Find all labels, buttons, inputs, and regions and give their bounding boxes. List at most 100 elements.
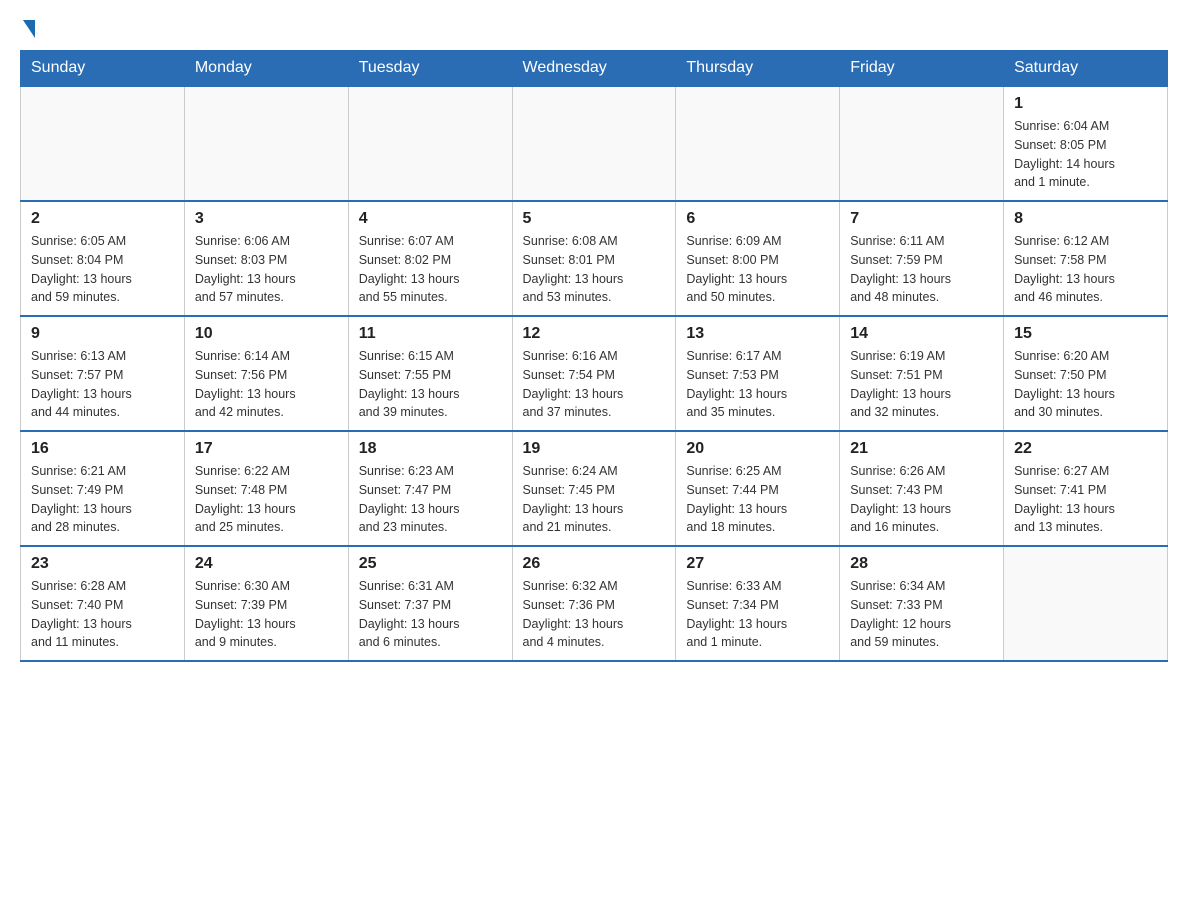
day-number: 21 <box>850 440 993 458</box>
day-number: 17 <box>195 440 338 458</box>
calendar-cell: 21 Sunrise: 6:26 AM Sunset: 7:43 PM Dayli… <box>840 431 1004 546</box>
day-number: 18 <box>359 440 502 458</box>
day-info: Sunrise: 6:11 AM Sunset: 7:59 PM Dayligh… <box>850 232 993 307</box>
day-info: Sunrise: 6:28 AM Sunset: 7:40 PM Dayligh… <box>31 577 174 652</box>
calendar-cell: 16Sunrise: 6:21 AM Sunset: 7:49 PM Dayli… <box>21 431 185 546</box>
day-info: Sunrise: 6:13 AM Sunset: 7:57 PM Dayligh… <box>31 347 174 422</box>
calendar-cell: 26 Sunrise: 6:32 AM Sunset: 7:36 PM Dayli… <box>512 546 676 661</box>
day-number: 15 <box>1014 325 1157 343</box>
day-info: Sunrise: 6:32 AM Sunset: 7:36 PM Dayligh… <box>523 577 666 652</box>
logo-triangle-icon <box>23 20 35 38</box>
calendar-header-row: SundayMondayTuesdayWednesdayThursdayFrid… <box>21 51 1168 87</box>
calendar-cell: 24 Sunrise: 6:30 AM Sunset: 7:39 PM Dayli… <box>184 546 348 661</box>
day-number: 7 <box>850 210 993 228</box>
day-info: Sunrise: 6:17 AM Sunset: 7:53 PM Dayligh… <box>686 347 829 422</box>
day-info: Sunrise: 6:33 AM Sunset: 7:34 PM Dayligh… <box>686 577 829 652</box>
day-info: Sunrise: 6:34 AM Sunset: 7:33 PM Dayligh… <box>850 577 993 652</box>
calendar-cell: 23Sunrise: 6:28 AM Sunset: 7:40 PM Dayli… <box>21 546 185 661</box>
day-number: 4 <box>359 210 502 228</box>
day-info: Sunrise: 6:16 AM Sunset: 7:54 PM Dayligh… <box>523 347 666 422</box>
column-header-monday: Monday <box>184 51 348 87</box>
day-info: Sunrise: 6:19 AM Sunset: 7:51 PM Dayligh… <box>850 347 993 422</box>
day-info: Sunrise: 6:22 AM Sunset: 7:48 PM Dayligh… <box>195 462 338 537</box>
day-info: Sunrise: 6:09 AM Sunset: 8:00 PM Dayligh… <box>686 232 829 307</box>
calendar-cell: 4 Sunrise: 6:07 AM Sunset: 8:02 PM Daylig… <box>348 201 512 316</box>
day-number: 5 <box>523 210 666 228</box>
week-row-2: 9 Sunrise: 6:13 AM Sunset: 7:57 PM Daylig… <box>21 316 1168 431</box>
day-info: Sunrise: 6:23 AM Sunset: 7:47 PM Dayligh… <box>359 462 502 537</box>
calendar-cell <box>676 86 840 201</box>
day-info: Sunrise: 6:12 AM Sunset: 7:58 PM Dayligh… <box>1014 232 1157 307</box>
day-info: Sunrise: 6:05 AM Sunset: 8:04 PM Dayligh… <box>31 232 174 307</box>
calendar-cell: 7 Sunrise: 6:11 AM Sunset: 7:59 PM Daylig… <box>840 201 1004 316</box>
day-info: Sunrise: 6:27 AM Sunset: 7:41 PM Dayligh… <box>1014 462 1157 537</box>
week-row-3: 16Sunrise: 6:21 AM Sunset: 7:49 PM Dayli… <box>21 431 1168 546</box>
calendar-cell: 19 Sunrise: 6:24 AM Sunset: 7:45 PM Dayli… <box>512 431 676 546</box>
day-info: Sunrise: 6:20 AM Sunset: 7:50 PM Dayligh… <box>1014 347 1157 422</box>
day-number: 8 <box>1014 210 1157 228</box>
day-number: 3 <box>195 210 338 228</box>
calendar-cell: 18 Sunrise: 6:23 AM Sunset: 7:47 PM Dayli… <box>348 431 512 546</box>
page-header <box>20 20 1168 40</box>
day-number: 13 <box>686 325 829 343</box>
column-header-saturday: Saturday <box>1004 51 1168 87</box>
day-info: Sunrise: 6:08 AM Sunset: 8:01 PM Dayligh… <box>523 232 666 307</box>
calendar-cell <box>21 86 185 201</box>
calendar-cell: 25Sunrise: 6:31 AM Sunset: 7:37 PM Dayli… <box>348 546 512 661</box>
day-number: 24 <box>195 555 338 573</box>
day-info: Sunrise: 6:26 AM Sunset: 7:43 PM Dayligh… <box>850 462 993 537</box>
calendar-cell: 13 Sunrise: 6:17 AM Sunset: 7:53 PM Dayli… <box>676 316 840 431</box>
calendar-cell <box>512 86 676 201</box>
calendar-cell: 15 Sunrise: 6:20 AM Sunset: 7:50 PM Dayli… <box>1004 316 1168 431</box>
calendar-cell: 11 Sunrise: 6:15 AM Sunset: 7:55 PM Dayli… <box>348 316 512 431</box>
calendar-cell <box>840 86 1004 201</box>
day-number: 28 <box>850 555 993 573</box>
day-number: 6 <box>686 210 829 228</box>
calendar-cell: 17 Sunrise: 6:22 AM Sunset: 7:48 PM Dayli… <box>184 431 348 546</box>
day-number: 26 <box>523 555 666 573</box>
column-header-sunday: Sunday <box>21 51 185 87</box>
calendar-cell: 27 Sunrise: 6:33 AM Sunset: 7:34 PM Dayli… <box>676 546 840 661</box>
day-info: Sunrise: 6:25 AM Sunset: 7:44 PM Dayligh… <box>686 462 829 537</box>
day-number: 27 <box>686 555 829 573</box>
calendar-cell: 14 Sunrise: 6:19 AM Sunset: 7:51 PM Dayli… <box>840 316 1004 431</box>
logo <box>20 20 35 40</box>
day-number: 2 <box>31 210 174 228</box>
column-header-friday: Friday <box>840 51 1004 87</box>
day-number: 20 <box>686 440 829 458</box>
day-number: 9 <box>31 325 174 343</box>
day-number: 25 <box>359 555 502 573</box>
day-info: Sunrise: 6:07 AM Sunset: 8:02 PM Dayligh… <box>359 232 502 307</box>
day-info: Sunrise: 6:24 AM Sunset: 7:45 PM Dayligh… <box>523 462 666 537</box>
week-row-1: 2 Sunrise: 6:05 AM Sunset: 8:04 PM Daylig… <box>21 201 1168 316</box>
week-row-0: 1 Sunrise: 6:04 AM Sunset: 8:05 PM Daylig… <box>21 86 1168 201</box>
calendar-cell <box>348 86 512 201</box>
day-number: 22 <box>1014 440 1157 458</box>
calendar-cell: 3 Sunrise: 6:06 AM Sunset: 8:03 PM Daylig… <box>184 201 348 316</box>
day-info: Sunrise: 6:06 AM Sunset: 8:03 PM Dayligh… <box>195 232 338 307</box>
column-header-tuesday: Tuesday <box>348 51 512 87</box>
day-number: 10 <box>195 325 338 343</box>
calendar-cell: 1 Sunrise: 6:04 AM Sunset: 8:05 PM Daylig… <box>1004 86 1168 201</box>
calendar-cell: 8 Sunrise: 6:12 AM Sunset: 7:58 PM Daylig… <box>1004 201 1168 316</box>
day-info: Sunrise: 6:30 AM Sunset: 7:39 PM Dayligh… <box>195 577 338 652</box>
day-number: 16 <box>31 440 174 458</box>
calendar-cell: 10Sunrise: 6:14 AM Sunset: 7:56 PM Dayli… <box>184 316 348 431</box>
day-info: Sunrise: 6:04 AM Sunset: 8:05 PM Dayligh… <box>1014 117 1157 192</box>
column-header-wednesday: Wednesday <box>512 51 676 87</box>
calendar-cell: 28 Sunrise: 6:34 AM Sunset: 7:33 PM Dayli… <box>840 546 1004 661</box>
day-info: Sunrise: 6:15 AM Sunset: 7:55 PM Dayligh… <box>359 347 502 422</box>
calendar-cell <box>184 86 348 201</box>
calendar-cell: 9 Sunrise: 6:13 AM Sunset: 7:57 PM Daylig… <box>21 316 185 431</box>
calendar-cell: 2 Sunrise: 6:05 AM Sunset: 8:04 PM Daylig… <box>21 201 185 316</box>
calendar-cell <box>1004 546 1168 661</box>
calendar-cell: 12 Sunrise: 6:16 AM Sunset: 7:54 PM Dayli… <box>512 316 676 431</box>
day-number: 14 <box>850 325 993 343</box>
day-number: 1 <box>1014 95 1157 113</box>
calendar-cell: 22 Sunrise: 6:27 AM Sunset: 7:41 PM Dayli… <box>1004 431 1168 546</box>
day-number: 19 <box>523 440 666 458</box>
column-header-thursday: Thursday <box>676 51 840 87</box>
calendar-cell: 20 Sunrise: 6:25 AM Sunset: 7:44 PM Dayli… <box>676 431 840 546</box>
day-number: 12 <box>523 325 666 343</box>
day-number: 11 <box>359 325 502 343</box>
